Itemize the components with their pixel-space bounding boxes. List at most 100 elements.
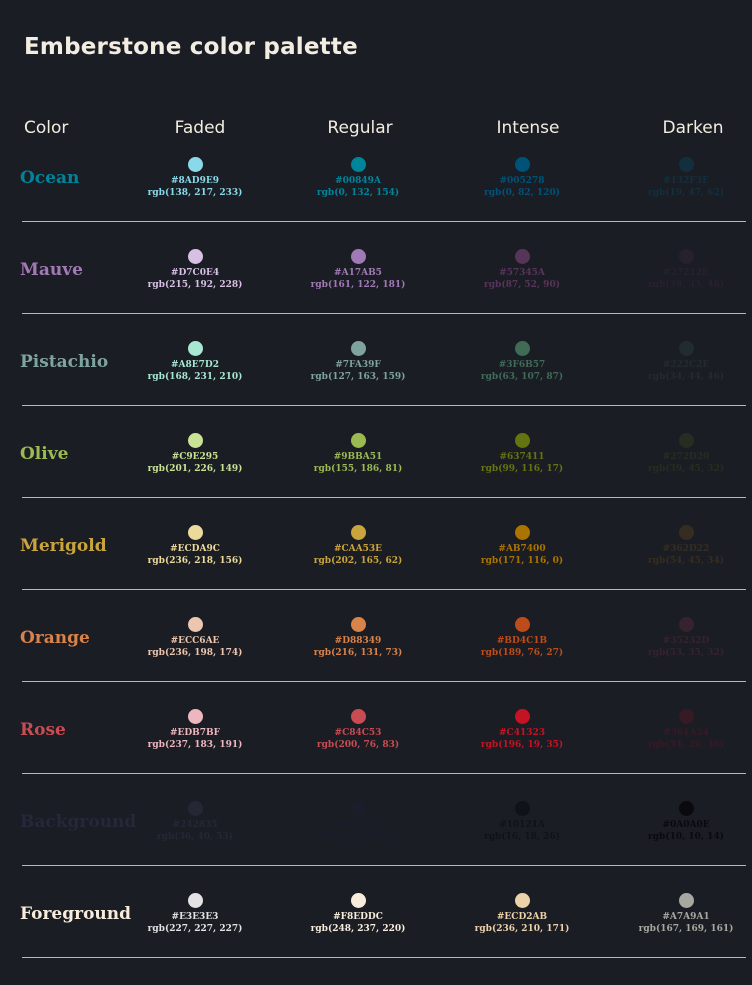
header-darken: Darken — [662, 118, 724, 138]
hex-value: #BD4C1B — [496, 636, 548, 646]
swatch-darken: #27212E rgb(39, 33, 46) — [611, 249, 752, 291]
hex-value: #ECDA9C — [170, 544, 220, 554]
swatch-darken: #35232D rgb(53, 35, 32) — [611, 617, 752, 659]
color-dot — [187, 341, 203, 356]
palette-row: Ocean #8AD9E9 rgb(138, 217, 233) #00849A rgb… — [0, 157, 752, 249]
color-dot — [187, 249, 203, 264]
rgb-value: rgb(248, 237, 220) — [310, 924, 406, 934]
hex-value: #222C2E — [662, 360, 710, 370]
color-dot — [514, 893, 530, 908]
color-name: Mauve — [20, 260, 83, 280]
swatch-intense: #ECD2AB rgb(236, 210, 171) — [447, 893, 597, 935]
swatch-intense: #3F6B57 rgb(63, 107, 87) — [447, 341, 597, 383]
rgb-value: rgb(167, 169, 161) — [638, 924, 734, 934]
swatch-regular: #A17AB5 rgb(161, 122, 181) — [283, 249, 433, 291]
palette-row: Foreground #E3E3E3 rgb(227, 227, 227) #F8ED… — [0, 893, 752, 985]
rgb-value: rgb(27, 29, 42) — [320, 832, 396, 842]
row-divider — [22, 957, 746, 958]
row-divider — [22, 681, 746, 682]
color-dot — [350, 249, 366, 264]
rgb-value: rgb(201, 226, 149) — [147, 464, 243, 474]
hex-value: #D7C0E4 — [170, 268, 220, 278]
swatch-darken: #0A0A0E rgb(10, 10, 14) — [611, 801, 752, 843]
color-dot — [350, 341, 366, 356]
hex-value: #3F6B57 — [498, 360, 546, 370]
swatch-regular: #1B1D2A rgb(27, 29, 42) — [283, 801, 433, 843]
hex-value: #C84C53 — [334, 728, 382, 738]
swatch-intense: #BD4C1B rgb(189, 76, 27) — [447, 617, 597, 659]
color-dot — [678, 893, 694, 908]
palette-row: Background #242835 rgb(36, 40, 53) #1B1D2A r… — [0, 801, 752, 893]
swatch-regular: #9BBA51 rgb(155, 186, 81) — [283, 433, 433, 475]
rgb-value: rgb(215, 192, 228) — [147, 280, 243, 290]
swatch-darken: #361A24 rgb(54, 26, 36) — [611, 709, 752, 751]
color-name: Ocean — [20, 168, 80, 188]
hex-value: #00849A — [335, 176, 381, 186]
hex-value: #27212E — [663, 268, 709, 278]
swatch-regular: #00849A rgb(0, 132, 154) — [283, 157, 433, 199]
color-dot — [350, 801, 366, 816]
color-dot — [350, 709, 366, 724]
color-dot — [350, 617, 366, 632]
rgb-value: rgb(53, 35, 32) — [648, 648, 724, 658]
hex-value: #637411 — [499, 452, 545, 462]
color-name: Pistachio — [20, 352, 109, 372]
rgb-value: rgb(99, 116, 17) — [480, 464, 564, 474]
palette-row: Olive #C9E295 rgb(201, 226, 149) #9BBA51 rgb… — [0, 433, 752, 525]
rgb-value: rgb(196, 19, 35) — [480, 740, 564, 750]
color-dot — [678, 801, 694, 816]
hex-value: #242835 — [172, 820, 218, 830]
header-color: Color — [24, 118, 69, 138]
header-regular: Regular — [327, 118, 393, 138]
hex-value: #E3E3E3 — [171, 912, 219, 922]
swatch-faded: #A8E7D2 rgb(168, 231, 210) — [120, 341, 270, 383]
swatch-faded: #8AD9E9 rgb(138, 217, 233) — [120, 157, 270, 199]
swatch-faded: #C9E295 rgb(201, 226, 149) — [120, 433, 270, 475]
rgb-value: rgb(34, 44, 46) — [648, 372, 724, 382]
color-dot — [514, 433, 530, 448]
color-dot — [678, 617, 694, 632]
swatch-darken: #A7A9A1 rgb(167, 169, 161) — [611, 893, 752, 935]
rgb-value: rgb(200, 76, 83) — [316, 740, 400, 750]
hex-value: #A17AB5 — [334, 268, 382, 278]
palette-row: Rose #EDB7BF rgb(237, 183, 191) #C84C53 rgb(… — [0, 709, 752, 801]
hex-value: #361A24 — [663, 728, 709, 738]
hex-value: #A8E7D2 — [171, 360, 219, 370]
rgb-value: rgb(0, 132, 154) — [316, 188, 400, 198]
hex-value: #0A0A0E — [662, 820, 710, 830]
hex-value: #F8EDDC — [333, 912, 383, 922]
hex-value: #9BBA51 — [333, 452, 383, 462]
rgb-value: rgb(202, 165, 62) — [313, 556, 403, 566]
color-dot — [187, 893, 203, 908]
row-divider — [22, 865, 746, 866]
rgb-value: rgb(54, 26, 36) — [648, 740, 724, 750]
rgb-value: rgb(16, 18, 26) — [484, 832, 560, 842]
hex-value: #ECC6AE — [170, 636, 220, 646]
rgb-value: rgb(0, 82, 120) — [484, 188, 560, 198]
swatch-faded: #ECC6AE rgb(236, 198, 174) — [120, 617, 270, 659]
palette-row: Pistachio #A8E7D2 rgb(168, 231, 210) #7FA39… — [0, 341, 752, 433]
color-dot — [187, 709, 203, 724]
rgb-value: rgb(54, 45, 34) — [648, 556, 724, 566]
color-dot — [678, 709, 694, 724]
hex-value: #7FA39F — [335, 360, 381, 370]
rgb-value: rgb(127, 163, 159) — [310, 372, 406, 382]
color-name: Orange — [20, 628, 90, 648]
color-dot — [678, 433, 694, 448]
palette-row: Mauve #D7C0E4 rgb(215, 192, 228) #A17AB5 rgb… — [0, 249, 752, 341]
hex-value: #CAA53E — [333, 544, 383, 554]
rgb-value: rgb(155, 186, 81) — [313, 464, 403, 474]
hex-value: #EDB7BF — [169, 728, 221, 738]
color-name: Background — [20, 812, 137, 832]
rgb-value: rgb(227, 227, 227) — [147, 924, 243, 934]
color-name: Olive — [20, 444, 69, 464]
color-name: Foreground — [20, 904, 132, 924]
rgb-value: rgb(39, 33, 46) — [648, 280, 724, 290]
swatch-regular: #CAA53E rgb(202, 165, 62) — [283, 525, 433, 567]
header-faded: Faded — [174, 118, 226, 138]
rgb-value: rgb(171, 116, 0) — [480, 556, 564, 566]
row-divider — [22, 405, 746, 406]
color-dot — [514, 617, 530, 632]
color-dot — [350, 525, 366, 540]
hex-value: #8AD9E9 — [171, 176, 219, 186]
